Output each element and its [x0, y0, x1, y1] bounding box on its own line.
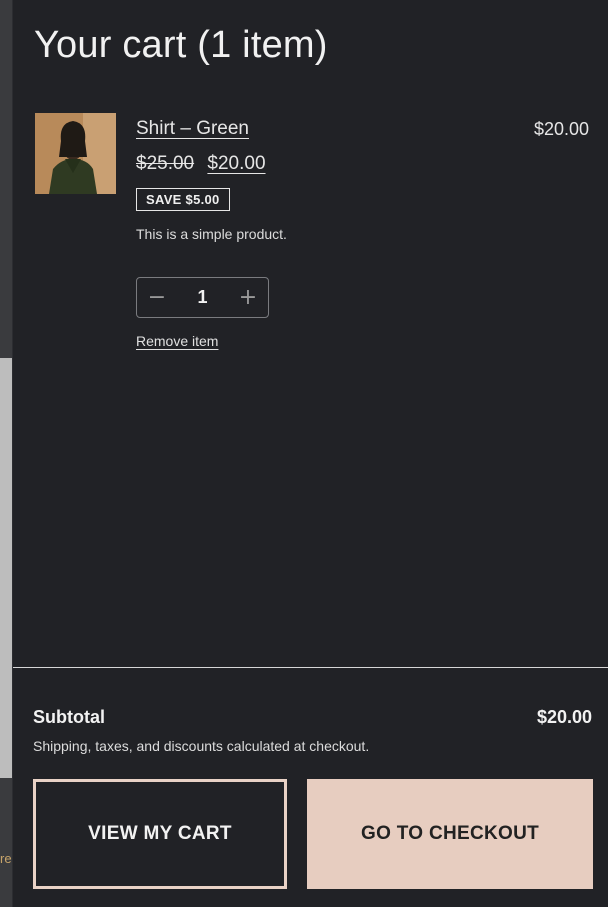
quantity-stepper: − 1 +	[136, 277, 269, 318]
product-name-link[interactable]: Shirt – Green	[136, 118, 249, 140]
shipping-note: Shipping, taxes, and discounts calculate…	[33, 738, 370, 754]
checkout-button[interactable]: GO TO CHECKOUT	[307, 779, 593, 889]
cart-title: Your cart (1 item)	[34, 24, 328, 66]
line-item-price: $20.00	[533, 119, 589, 139]
price-row: $25.00 $20.00	[136, 153, 266, 175]
product-description: This is a simple product.	[136, 226, 287, 242]
product-photo-icon	[35, 113, 116, 194]
save-badge: SAVE $5.00	[136, 188, 230, 211]
backdrop-panel	[0, 358, 12, 778]
subtotal-value: $20.00	[536, 707, 592, 727]
cart-drawer: Your cart (1 item) Shirt – Green $20.00 …	[12, 0, 608, 907]
remove-item-link[interactable]: Remove item	[136, 333, 218, 349]
decrease-quantity-button[interactable]: −	[147, 286, 167, 309]
view-cart-button[interactable]: VIEW MY CART	[33, 779, 287, 889]
page-backdrop[interactable]: re	[0, 0, 12, 907]
original-price: $25.00	[136, 153, 195, 174]
product-thumbnail[interactable]	[35, 113, 116, 194]
quantity-input[interactable]: 1	[197, 287, 207, 308]
backdrop-peek-text: re	[0, 851, 12, 866]
footer-divider	[13, 667, 608, 668]
increase-quantity-button[interactable]: +	[238, 286, 258, 309]
sale-price: $20.00	[207, 153, 266, 174]
subtotal-label: Subtotal	[33, 707, 105, 727]
